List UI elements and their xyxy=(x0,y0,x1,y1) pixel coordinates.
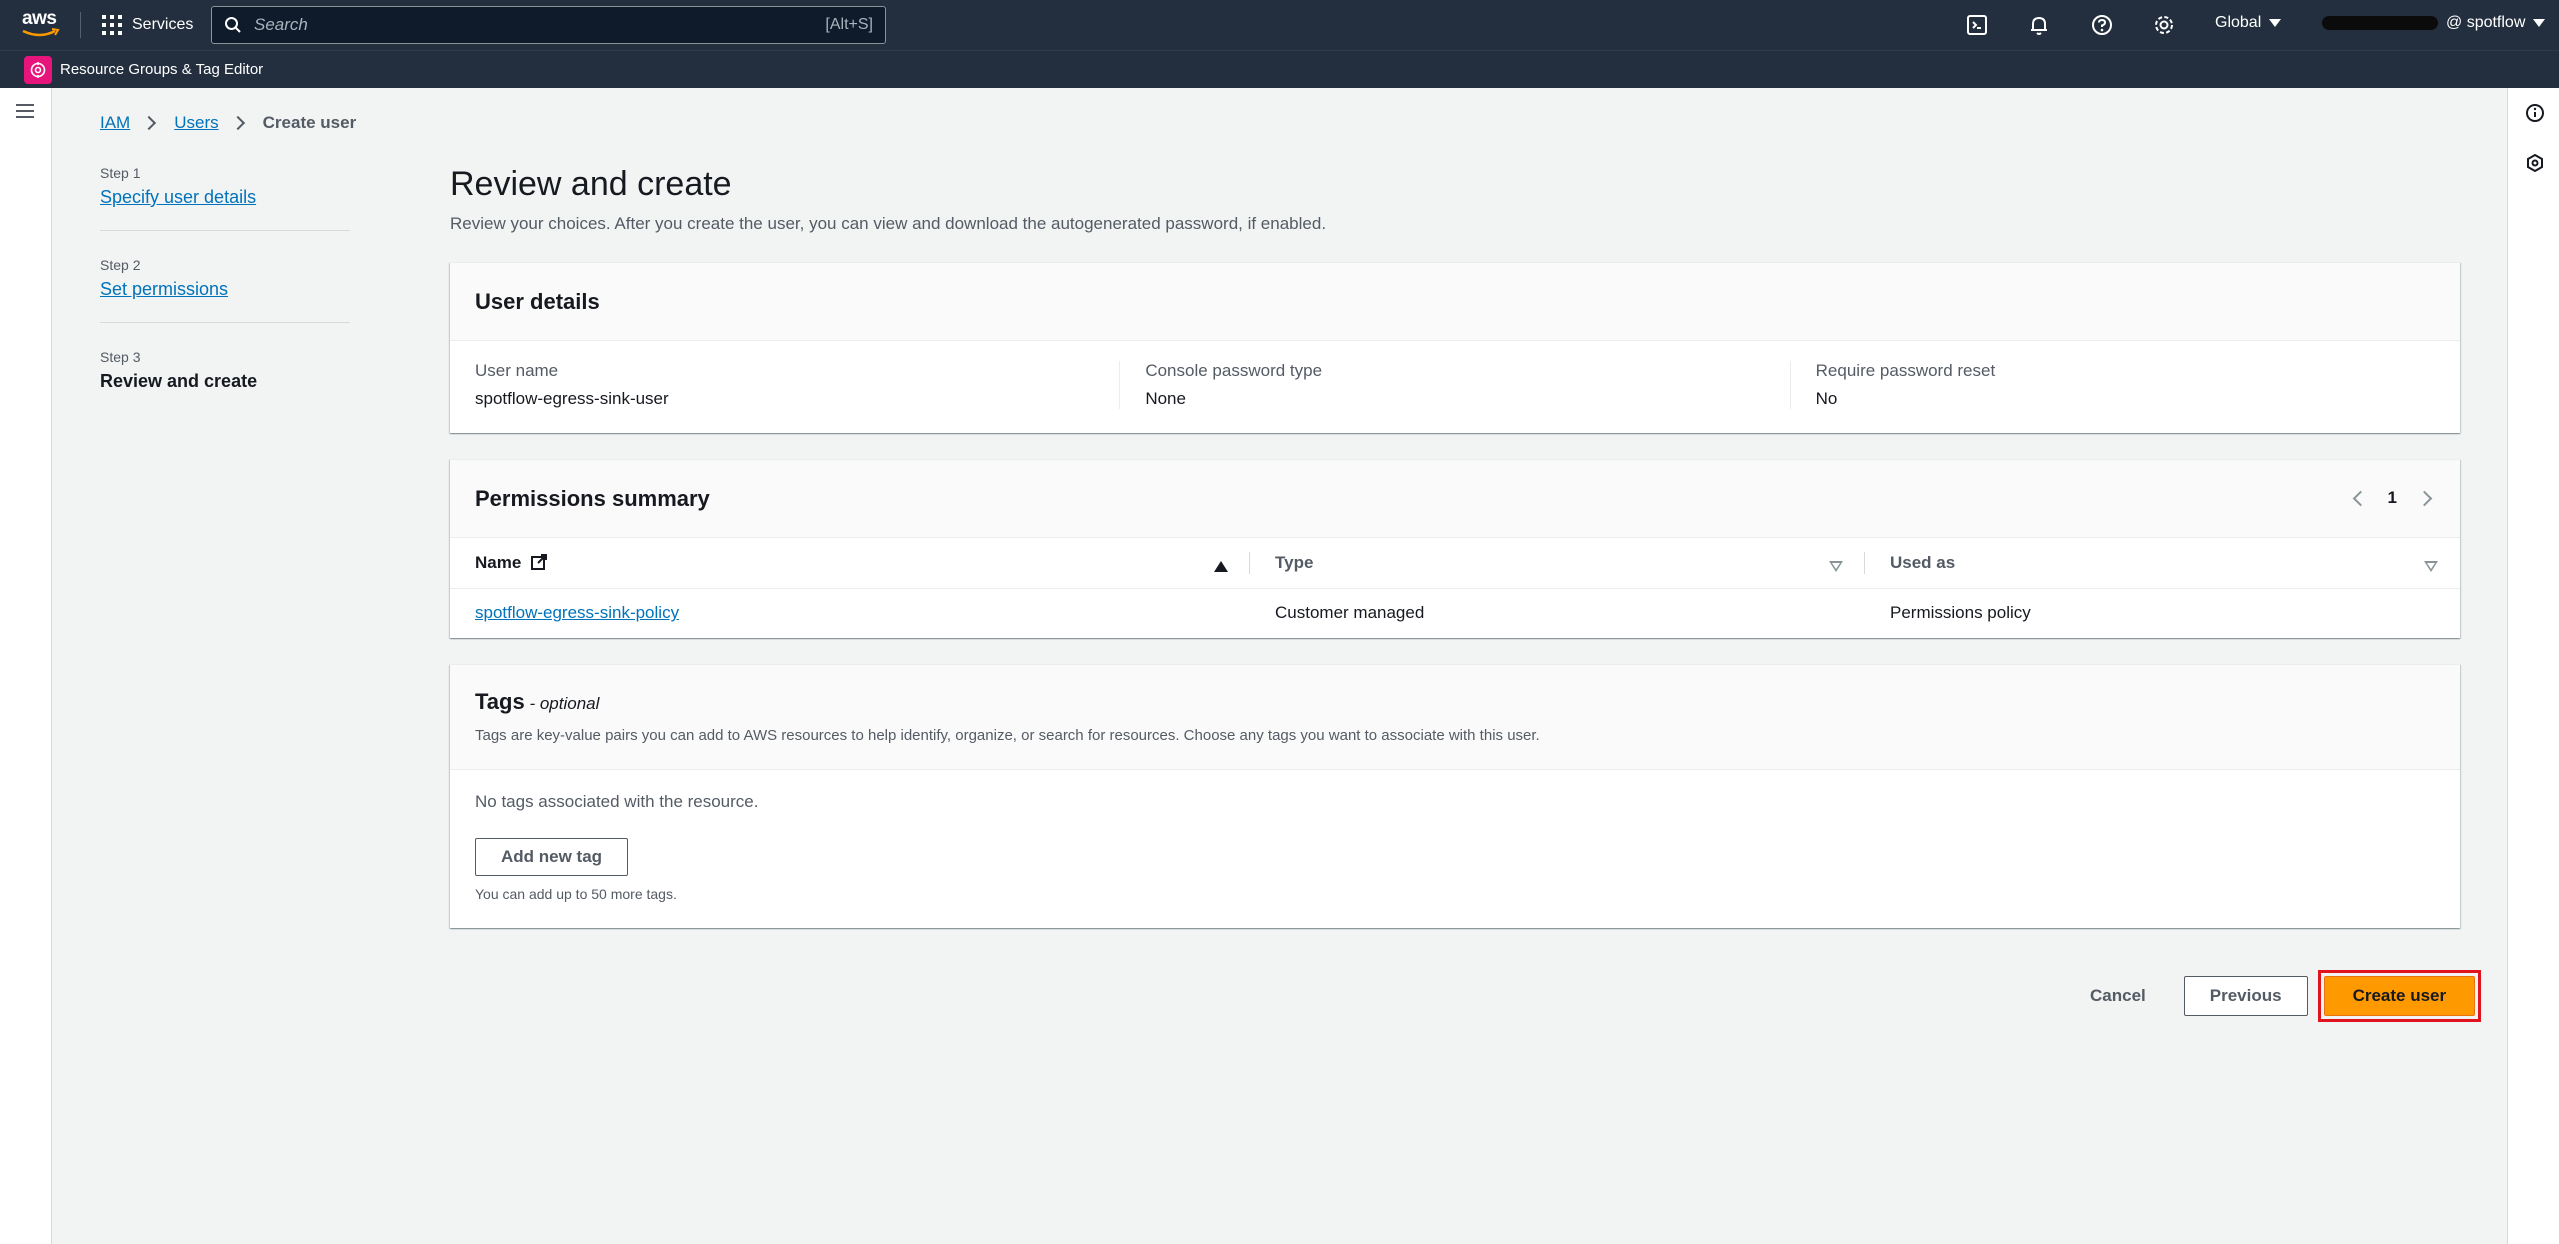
account-menu[interactable]: @ spotflow xyxy=(2322,14,2546,32)
bell-icon[interactable] xyxy=(2026,12,2052,38)
no-tags-message: No tags associated with the resource. xyxy=(475,792,759,811)
column-label: Name xyxy=(475,552,522,572)
detail-user-name: User name spotflow-egress-sink-user xyxy=(450,361,1119,409)
chevron-right-icon xyxy=(142,115,157,131)
grid-icon xyxy=(102,15,122,35)
step-2: Step 2 Set permissions xyxy=(100,257,350,323)
previous-button[interactable]: Previous xyxy=(2183,976,2308,1016)
search-shortcut-hint: [Alt+S] xyxy=(825,16,873,33)
search-input[interactable] xyxy=(254,15,826,35)
breadcrumb-current: Create user xyxy=(262,113,357,132)
step-3: Step 3 Review and create xyxy=(100,349,350,414)
feedback-icon[interactable] xyxy=(2524,152,2546,174)
highlight-box: Create user xyxy=(2317,970,2482,1022)
resource-groups-link[interactable]: Resource Groups & Tag Editor xyxy=(60,61,263,78)
service-favorites-bar: Resource Groups & Tag Editor xyxy=(0,50,2559,88)
tags-body: No tags associated with the resource. Ad… xyxy=(450,770,2460,928)
column-header-type[interactable]: Type xyxy=(1250,538,1865,589)
step-number: Step 1 xyxy=(100,165,141,181)
user-details-grid: User name spotflow-egress-sink-user Cons… xyxy=(450,341,2460,433)
tags-description: Tags are key-value pairs you can add to … xyxy=(475,727,1540,744)
top-navigation: aws Services [Alt+S] Global @ spo xyxy=(0,0,2559,50)
breadcrumb-iam[interactable]: IAM xyxy=(100,113,130,133)
wizard-actions: Cancel Previous Create user xyxy=(2060,970,2482,1022)
page-description: Review your choices. After you create th… xyxy=(450,214,1327,233)
sort-ascending-icon[interactable] xyxy=(1214,557,1228,577)
pagination: 1 xyxy=(2352,488,2433,508)
info-icon[interactable] xyxy=(2524,102,2546,124)
user-details-title: User details xyxy=(475,288,600,314)
redacted-account-name xyxy=(2322,16,2438,30)
breadcrumb: IAM Users Create user xyxy=(100,113,356,133)
tags-panel: Tags - optional Tags are key-value pairs… xyxy=(450,664,2460,928)
detail-console-password-type: Console password type None xyxy=(1119,361,1789,409)
column-label: Used as xyxy=(1890,552,1956,572)
resource-groups-icon[interactable] xyxy=(24,55,52,84)
permissions-summary-header: Permissions summary 1 xyxy=(450,460,2460,538)
step-link-specify-user-details[interactable]: Specify user details xyxy=(100,187,256,207)
nav-divider xyxy=(80,12,81,38)
step-number: Step 2 xyxy=(100,257,141,273)
step-number: Step 3 xyxy=(100,349,141,365)
column-header-used-as[interactable]: Used as xyxy=(1865,538,2460,589)
external-link-icon xyxy=(531,553,548,570)
table-row: spotflow-egress-sink-policy Customer man… xyxy=(450,588,2460,638)
add-new-tag-button[interactable]: Add new tag xyxy=(475,838,629,876)
gear-icon[interactable] xyxy=(2151,12,2177,38)
sort-icon[interactable] xyxy=(2424,557,2438,577)
menu-icon[interactable] xyxy=(16,104,34,118)
cloudshell-icon[interactable] xyxy=(1964,12,1990,38)
caret-down-icon xyxy=(2533,19,2546,27)
caret-down-icon xyxy=(2269,19,2282,27)
tags-title: Tags xyxy=(475,689,525,714)
tags-optional-label: - optional xyxy=(524,694,600,713)
step-link-set-permissions[interactable]: Set permissions xyxy=(100,279,228,299)
policy-type: Customer managed xyxy=(1275,603,1425,623)
column-header-name[interactable]: Name xyxy=(450,538,1250,589)
aws-logo[interactable]: aws xyxy=(22,8,62,42)
aws-smile-icon xyxy=(22,28,60,37)
create-user-button[interactable]: Create user xyxy=(2323,976,2476,1016)
account-label: @ spotflow xyxy=(2446,14,2526,31)
sort-icon[interactable] xyxy=(1829,557,1843,577)
chevron-right-icon xyxy=(230,115,245,131)
user-details-header: User details xyxy=(450,263,2460,341)
step-current-review-and-create: Review and create xyxy=(100,371,258,391)
step-1: Step 1 Specify user details xyxy=(100,165,350,231)
tags-header: Tags - optional Tags are key-value pairs… xyxy=(450,665,2460,770)
chevron-right-icon[interactable] xyxy=(2416,490,2433,506)
chevron-left-icon[interactable] xyxy=(2352,490,2368,506)
help-icon[interactable] xyxy=(2089,12,2115,38)
region-label: Global xyxy=(2215,14,2262,31)
region-selector[interactable]: Global xyxy=(2215,14,2282,32)
left-nav-rail xyxy=(0,88,52,1244)
search-icon xyxy=(225,17,241,33)
detail-require-password-reset: Require password reset No xyxy=(1789,361,2460,409)
cancel-button[interactable]: Cancel xyxy=(2060,976,2176,1016)
page-number[interactable]: 1 xyxy=(2388,488,2397,508)
detail-label: Console password type xyxy=(1145,361,1323,380)
detail-value: None xyxy=(1145,389,1186,408)
detail-value: spotflow-egress-sink-user xyxy=(475,389,669,408)
page-title: Review and create xyxy=(450,165,732,203)
policy-link[interactable]: spotflow-egress-sink-policy xyxy=(475,603,679,622)
permissions-table: Name Type Used as spotflow-egress-sink-p… xyxy=(450,538,2460,638)
detail-label: Require password reset xyxy=(1815,361,1996,380)
right-utility-rail xyxy=(2507,88,2559,1244)
detail-label: User name xyxy=(475,361,559,380)
user-details-panel: User details User name spotflow-egress-s… xyxy=(450,262,2460,433)
breadcrumb-users[interactable]: Users xyxy=(174,113,218,133)
detail-value: No xyxy=(1815,389,1838,408)
aws-logo-text: aws xyxy=(22,8,57,29)
search-box[interactable]: [Alt+S] xyxy=(211,6,886,44)
permissions-summary-panel: Permissions summary 1 Name Type Used as … xyxy=(450,459,2460,638)
policy-used-as: Permissions policy xyxy=(1890,603,2031,623)
services-menu-button[interactable]: Services xyxy=(102,12,193,38)
permissions-summary-title: Permissions summary xyxy=(475,485,710,511)
wizard-steps: Step 1 Specify user details Step 2 Set p… xyxy=(100,165,350,440)
column-label: Type xyxy=(1275,552,1314,572)
tags-limit-note: You can add up to 50 more tags. xyxy=(475,886,677,902)
services-label: Services xyxy=(132,16,194,33)
main-content: Review and create Review your choices. A… xyxy=(450,165,2460,954)
